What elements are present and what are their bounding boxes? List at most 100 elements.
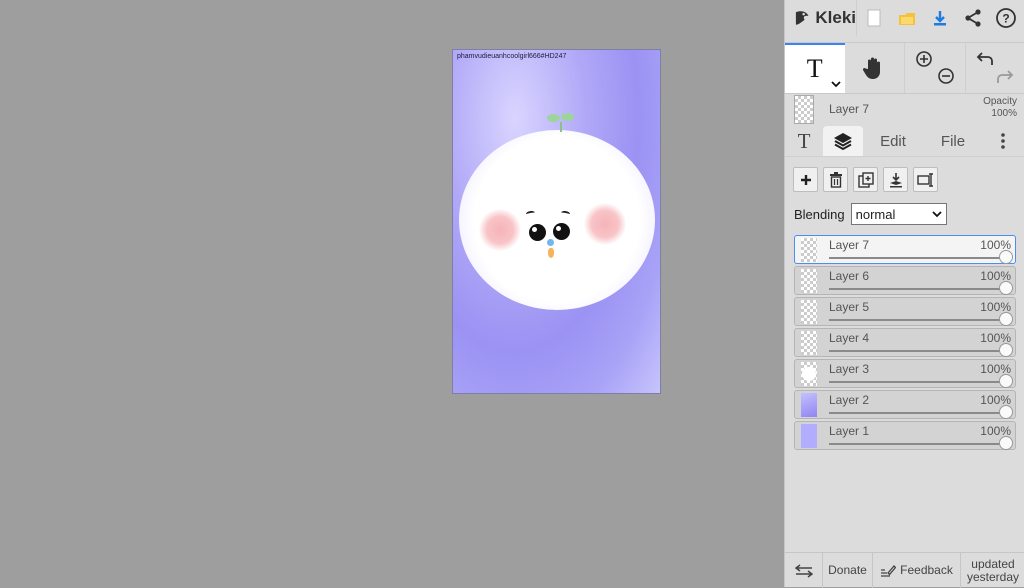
panel-tabs: T Edit File xyxy=(785,126,1024,157)
text-tool-button[interactable]: T xyxy=(785,43,845,93)
layer-row-3[interactable]: Layer 3 100% xyxy=(794,359,1016,388)
more-options-button[interactable] xyxy=(983,126,1023,156)
layer-opacity-slider[interactable] xyxy=(829,381,1005,383)
layer-thumbnail xyxy=(801,331,817,355)
trash-icon xyxy=(829,172,843,188)
kleki-logo[interactable]: Kleki xyxy=(785,0,857,36)
rename-layer-button[interactable] xyxy=(913,167,938,192)
feedback-label: Feedback xyxy=(900,564,953,577)
layer-opacity-slider[interactable] xyxy=(829,350,1005,352)
tab-edit[interactable]: Edit xyxy=(863,126,923,156)
share-icon xyxy=(963,8,983,28)
layer-opacity-slider[interactable] xyxy=(829,257,1005,259)
current-layer-thumbnail xyxy=(794,95,814,124)
layer-opacity-slider[interactable] xyxy=(829,288,1005,290)
layer-row-5[interactable]: Layer 5 100% xyxy=(794,297,1016,326)
layer-thumbnail xyxy=(801,238,817,262)
cheek-left xyxy=(479,209,521,251)
tool-row: T xyxy=(785,42,1024,94)
hand-tool-button[interactable] xyxy=(845,43,905,93)
rename-icon xyxy=(917,173,935,187)
opacity-label: Opacity xyxy=(983,96,1017,108)
layer-thumbnail xyxy=(801,362,817,386)
tab-file[interactable]: File xyxy=(923,126,983,156)
swap-ui-side-button[interactable] xyxy=(785,553,823,588)
bottom-bar: Donate Feedback updated yesterday xyxy=(785,552,1024,588)
updated-line-2: yesterday xyxy=(967,571,1019,584)
cheek-right xyxy=(584,203,626,245)
layer-name: Layer 7 xyxy=(829,238,869,252)
layer-opacity-handle[interactable] xyxy=(999,250,1013,264)
share-button[interactable] xyxy=(956,0,989,36)
save-download-button[interactable] xyxy=(923,0,956,36)
swap-arrows-icon xyxy=(795,564,813,578)
blending-row: Blending normal xyxy=(794,203,947,225)
feedback-pen-icon xyxy=(880,564,896,578)
layer-thumbnail xyxy=(801,269,817,293)
kleki-bird-icon xyxy=(793,8,812,28)
changelog-button[interactable]: updated yesterday xyxy=(961,553,1024,588)
sprout-stem xyxy=(560,122,562,132)
help-icon: ? xyxy=(995,7,1017,29)
tab-tool-settings[interactable]: T xyxy=(785,126,823,156)
layer-opacity-handle[interactable] xyxy=(999,312,1013,326)
layer-name: Layer 5 xyxy=(829,300,869,314)
layer-opacity-handle[interactable] xyxy=(999,436,1013,450)
merge-layer-button[interactable] xyxy=(883,167,908,192)
layer-row-6[interactable]: Layer 6 100% xyxy=(794,266,1016,295)
chevron-down-icon[interactable] xyxy=(831,80,841,88)
layer-opacity-handle[interactable] xyxy=(999,405,1013,419)
delete-layer-button[interactable] xyxy=(823,167,848,192)
new-file-icon xyxy=(867,9,881,27)
tab-layers[interactable] xyxy=(823,126,863,156)
layer-opacity-slider[interactable] xyxy=(829,412,1005,414)
canvas-watermark-text: phamvudieuanhcoolgirl666#HD247 xyxy=(457,53,566,60)
sprout-leaf-right xyxy=(561,113,574,121)
blending-select[interactable]: normal xyxy=(851,203,947,225)
layer-thumbnail xyxy=(801,393,817,417)
layer-opacity-slider[interactable] xyxy=(829,319,1005,321)
drool-drop-blue xyxy=(547,239,554,246)
duplicate-icon xyxy=(858,172,874,188)
blending-label: Blending xyxy=(794,207,845,222)
thumbnail-white-circle xyxy=(802,367,816,381)
zoom-out-icon[interactable] xyxy=(937,67,955,85)
layer-name: Layer 2 xyxy=(829,393,869,407)
chevron-down-icon xyxy=(932,211,942,218)
undo-redo-controls xyxy=(965,43,1024,93)
top-bar: Kleki ? xyxy=(785,0,1024,36)
drawing-canvas[interactable]: phamvudieuanhcoolgirl666#HD247 xyxy=(453,50,660,393)
layer-row-4[interactable]: Layer 4 100% xyxy=(794,328,1016,357)
svg-text:?: ? xyxy=(1002,12,1009,26)
zoom-controls xyxy=(904,43,965,93)
merge-down-icon xyxy=(888,172,904,188)
drool-drop-orange xyxy=(548,248,554,258)
feedback-button[interactable]: Feedback xyxy=(873,553,961,588)
hand-icon xyxy=(861,55,887,81)
workspace[interactable]: phamvudieuanhcoolgirl666#HD247 xyxy=(0,0,784,587)
undo-icon[interactable] xyxy=(976,51,994,67)
layer-actions xyxy=(793,167,938,192)
layer-opacity-handle[interactable] xyxy=(999,374,1013,388)
new-image-button[interactable] xyxy=(857,0,890,36)
open-image-button[interactable] xyxy=(890,0,923,36)
duplicate-layer-button[interactable] xyxy=(853,167,878,192)
right-panel: Kleki ? T xyxy=(784,0,1024,587)
layer-opacity-handle[interactable] xyxy=(999,343,1013,357)
layer-opacity-handle[interactable] xyxy=(999,281,1013,295)
current-layer-header: Layer 7 Opacity 100% xyxy=(785,93,1024,125)
layers-icon xyxy=(832,131,854,151)
layer-row-7[interactable]: Layer 7 100% xyxy=(794,235,1016,264)
layer-row-1[interactable]: Layer 1 100% xyxy=(794,421,1016,450)
help-button[interactable]: ? xyxy=(989,0,1022,36)
sprout-leaf-left xyxy=(547,114,560,122)
layer-list: Layer 7 100% Layer 6 100% Layer 5 100% L… xyxy=(794,235,1016,452)
layer-thumbnail xyxy=(801,424,817,448)
folder-icon xyxy=(897,9,917,27)
redo-icon[interactable] xyxy=(996,69,1014,85)
layer-row-2[interactable]: Layer 2 100% xyxy=(794,390,1016,419)
donate-button[interactable]: Donate xyxy=(823,553,873,588)
zoom-in-icon[interactable] xyxy=(915,50,933,68)
layer-opacity-slider[interactable] xyxy=(829,443,1005,445)
add-layer-button[interactable] xyxy=(793,167,818,192)
